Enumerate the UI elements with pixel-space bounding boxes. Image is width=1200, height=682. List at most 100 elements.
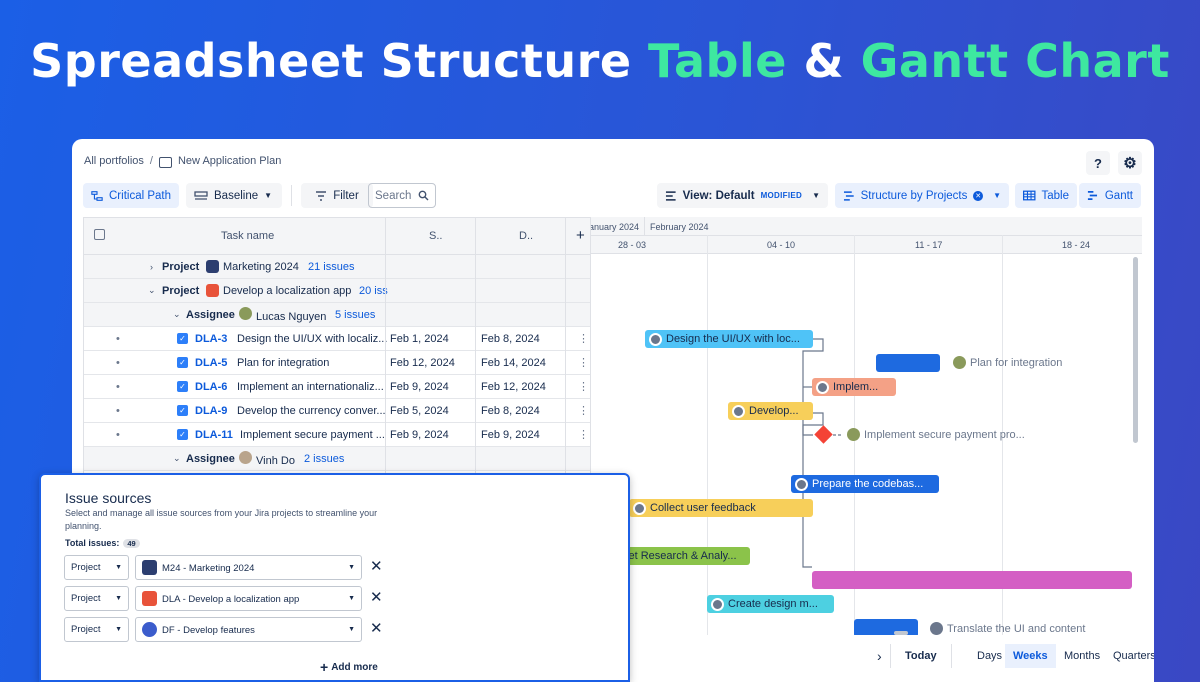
due-date[interactable]: Feb 8, 2024 [481, 405, 540, 417]
group-name: Develop a localization app [206, 284, 351, 297]
gantt-bar[interactable]: Develop... [728, 402, 813, 420]
more-icon[interactable]: ⋮ [578, 332, 589, 345]
start-date[interactable]: Feb 9, 2024 [390, 381, 449, 393]
gantt-bar[interactable]: Prepare the codebas... [791, 475, 939, 493]
table-row[interactable]: • ✓ DLA-3 Design the UI/UX with localiz.… [84, 327, 590, 351]
issue-key[interactable]: DLA-6 [195, 381, 227, 393]
gantt-bar-label: Implement secure payment pro... [847, 428, 1025, 441]
group-count[interactable]: 21 issues [308, 261, 354, 273]
group-type: Project [162, 260, 200, 273]
start-date[interactable]: Feb 9, 2024 [390, 429, 449, 441]
issue-key[interactable]: DLA-5 [195, 357, 227, 369]
weeks-button[interactable]: Weeks [1005, 644, 1056, 668]
group-count[interactable]: 2 issues [304, 453, 344, 465]
task-type-icon: ✓ [177, 405, 188, 416]
clear-icon[interactable]: ✕ [973, 190, 984, 201]
due-date[interactable]: Feb 8, 2024 [481, 333, 540, 345]
gear-icon: ⚙ [1123, 155, 1137, 172]
issue-key[interactable]: DLA-3 [195, 333, 227, 345]
plan-icon [158, 156, 172, 168]
add-more-button[interactable]: + Add more [320, 659, 378, 675]
gantt-bar[interactable]: Create design m... [707, 595, 834, 613]
panel-title: Issue sources [65, 490, 152, 506]
group-row[interactable]: ⌄ Assignee Vinh Do 2 issues [84, 447, 590, 471]
gantt-bar[interactable] [876, 354, 940, 372]
more-icon[interactable]: ⋮ [578, 380, 589, 393]
source-type-select[interactable]: Project ▼ [64, 617, 129, 642]
baseline-button[interactable]: Baseline ▼ [186, 183, 282, 208]
column-task-name[interactable]: Task name [221, 230, 274, 242]
source-project-select[interactable]: DLA - Develop a localization app ▼ [135, 586, 362, 611]
more-icon[interactable]: ⋮ [578, 428, 589, 441]
table-view-button[interactable]: Table [1015, 183, 1077, 208]
days-button[interactable]: Days [969, 644, 1010, 668]
source-type-select[interactable]: Project ▼ [64, 555, 129, 580]
start-date[interactable]: Feb 12, 2024 [390, 357, 455, 369]
breadcrumb: All portfolios / New Application Plan [84, 155, 281, 168]
toolbar: Critical Path Baseline ▼ Filter Search V… [83, 183, 1142, 209]
source-project-select[interactable]: DF - Develop features ▼ [135, 617, 362, 642]
table-row[interactable]: • ✓ DLA-5 Plan for integration Feb 12, 2… [84, 351, 590, 375]
chevron-down-icon[interactable]: ⌄ [173, 309, 181, 320]
group-count[interactable]: 5 issues [335, 309, 375, 321]
remove-source-button[interactable]: ✕ [370, 588, 383, 606]
table-row[interactable]: • ✓ DLA-9 Develop the currency conver...… [84, 399, 590, 423]
view-select[interactable]: View: Default MODIFIED ▼ [657, 183, 828, 208]
gantt-bar[interactable] [854, 619, 918, 635]
start-date[interactable]: Feb 5, 2024 [390, 405, 449, 417]
row-bullet: • [116, 356, 120, 369]
search-input[interactable]: Search [368, 183, 436, 208]
table-row[interactable]: • ✓ DLA-6 Implement an internationaliz..… [84, 375, 590, 399]
gantt-bar[interactable]: Design the UI/UX with loc... [645, 330, 813, 348]
start-date[interactable]: Feb 1, 2024 [390, 333, 449, 345]
issue-key[interactable]: DLA-11 [195, 429, 233, 441]
issue-key[interactable]: DLA-9 [195, 405, 227, 417]
avatar [953, 356, 966, 369]
group-row[interactable]: › Project Marketing 2024 21 issues [84, 255, 590, 279]
issue-sources-panel: Issue sources Select and manage all issu… [39, 473, 630, 682]
chevron-down-icon: ▼ [115, 626, 122, 633]
help-button[interactable]: ? [1086, 151, 1110, 175]
chevron-right-icon[interactable]: › [150, 262, 153, 272]
group-count[interactable]: 20 iss [359, 285, 388, 297]
chevron-down-icon[interactable]: ⌄ [173, 453, 181, 464]
filter-button[interactable]: Filter [301, 183, 373, 208]
structure-select[interactable]: Structure by Projects ✕ ▼ [835, 183, 1009, 208]
avatar [239, 306, 252, 320]
table-row[interactable]: • ✓ DLA-11 Implement secure payment ... … [84, 423, 590, 447]
quarters-button[interactable]: Quarters [1105, 644, 1154, 668]
due-date[interactable]: Feb 14, 2024 [481, 357, 546, 369]
due-date[interactable]: Feb 12, 2024 [481, 381, 546, 393]
more-icon[interactable]: ⋮ [578, 356, 589, 369]
settings-button[interactable]: ⚙ [1118, 151, 1142, 175]
more-icon[interactable]: ⋮ [578, 404, 589, 417]
gantt-bar[interactable]: Implem... [812, 378, 896, 396]
months-button[interactable]: Months [1056, 644, 1108, 668]
chevron-down-icon[interactable]: ⌄ [148, 285, 156, 296]
today-button[interactable]: Today [890, 644, 952, 668]
source-project-select[interactable]: M24 - Marketing 2024 ▼ [135, 555, 362, 580]
group-name: Marketing 2024 [206, 260, 299, 273]
remove-source-button[interactable]: ✕ [370, 619, 383, 637]
column-due[interactable]: D.. [519, 230, 533, 242]
chevron-right-icon[interactable]: › [869, 644, 890, 668]
group-row[interactable]: ⌄ Assignee Lucas Nguyen 5 issues [84, 303, 590, 327]
select-all-checkbox[interactable] [94, 229, 105, 240]
gantt-bar[interactable] [812, 571, 1132, 589]
due-date[interactable]: Feb 9, 2024 [481, 429, 540, 441]
horizontal-scrollbar[interactable] [894, 631, 908, 635]
gantt-view-button[interactable]: Gantt [1079, 183, 1141, 208]
avatar [732, 404, 745, 418]
source-type-select[interactable]: Project ▼ [64, 586, 129, 611]
remove-source-button[interactable]: ✕ [370, 557, 383, 575]
vertical-scrollbar[interactable] [1133, 257, 1138, 443]
breadcrumb-plan-name[interactable]: New Application Plan [178, 155, 281, 167]
group-row[interactable]: ⌄ Project Develop a localization app 20 … [84, 279, 590, 303]
source-row: Project ▼ DF - Develop features ▼ ✕ [64, 617, 384, 642]
issue-summary: Design the UI/UX with localiz... [237, 332, 388, 345]
gantt-bar[interactable]: Collect user feedback [629, 499, 813, 517]
column-start[interactable]: S.. [429, 230, 442, 242]
add-column-button[interactable]: + [576, 227, 585, 244]
breadcrumb-all-portfolios[interactable]: All portfolios [84, 155, 144, 167]
critical-path-button[interactable]: Critical Path [83, 183, 179, 208]
